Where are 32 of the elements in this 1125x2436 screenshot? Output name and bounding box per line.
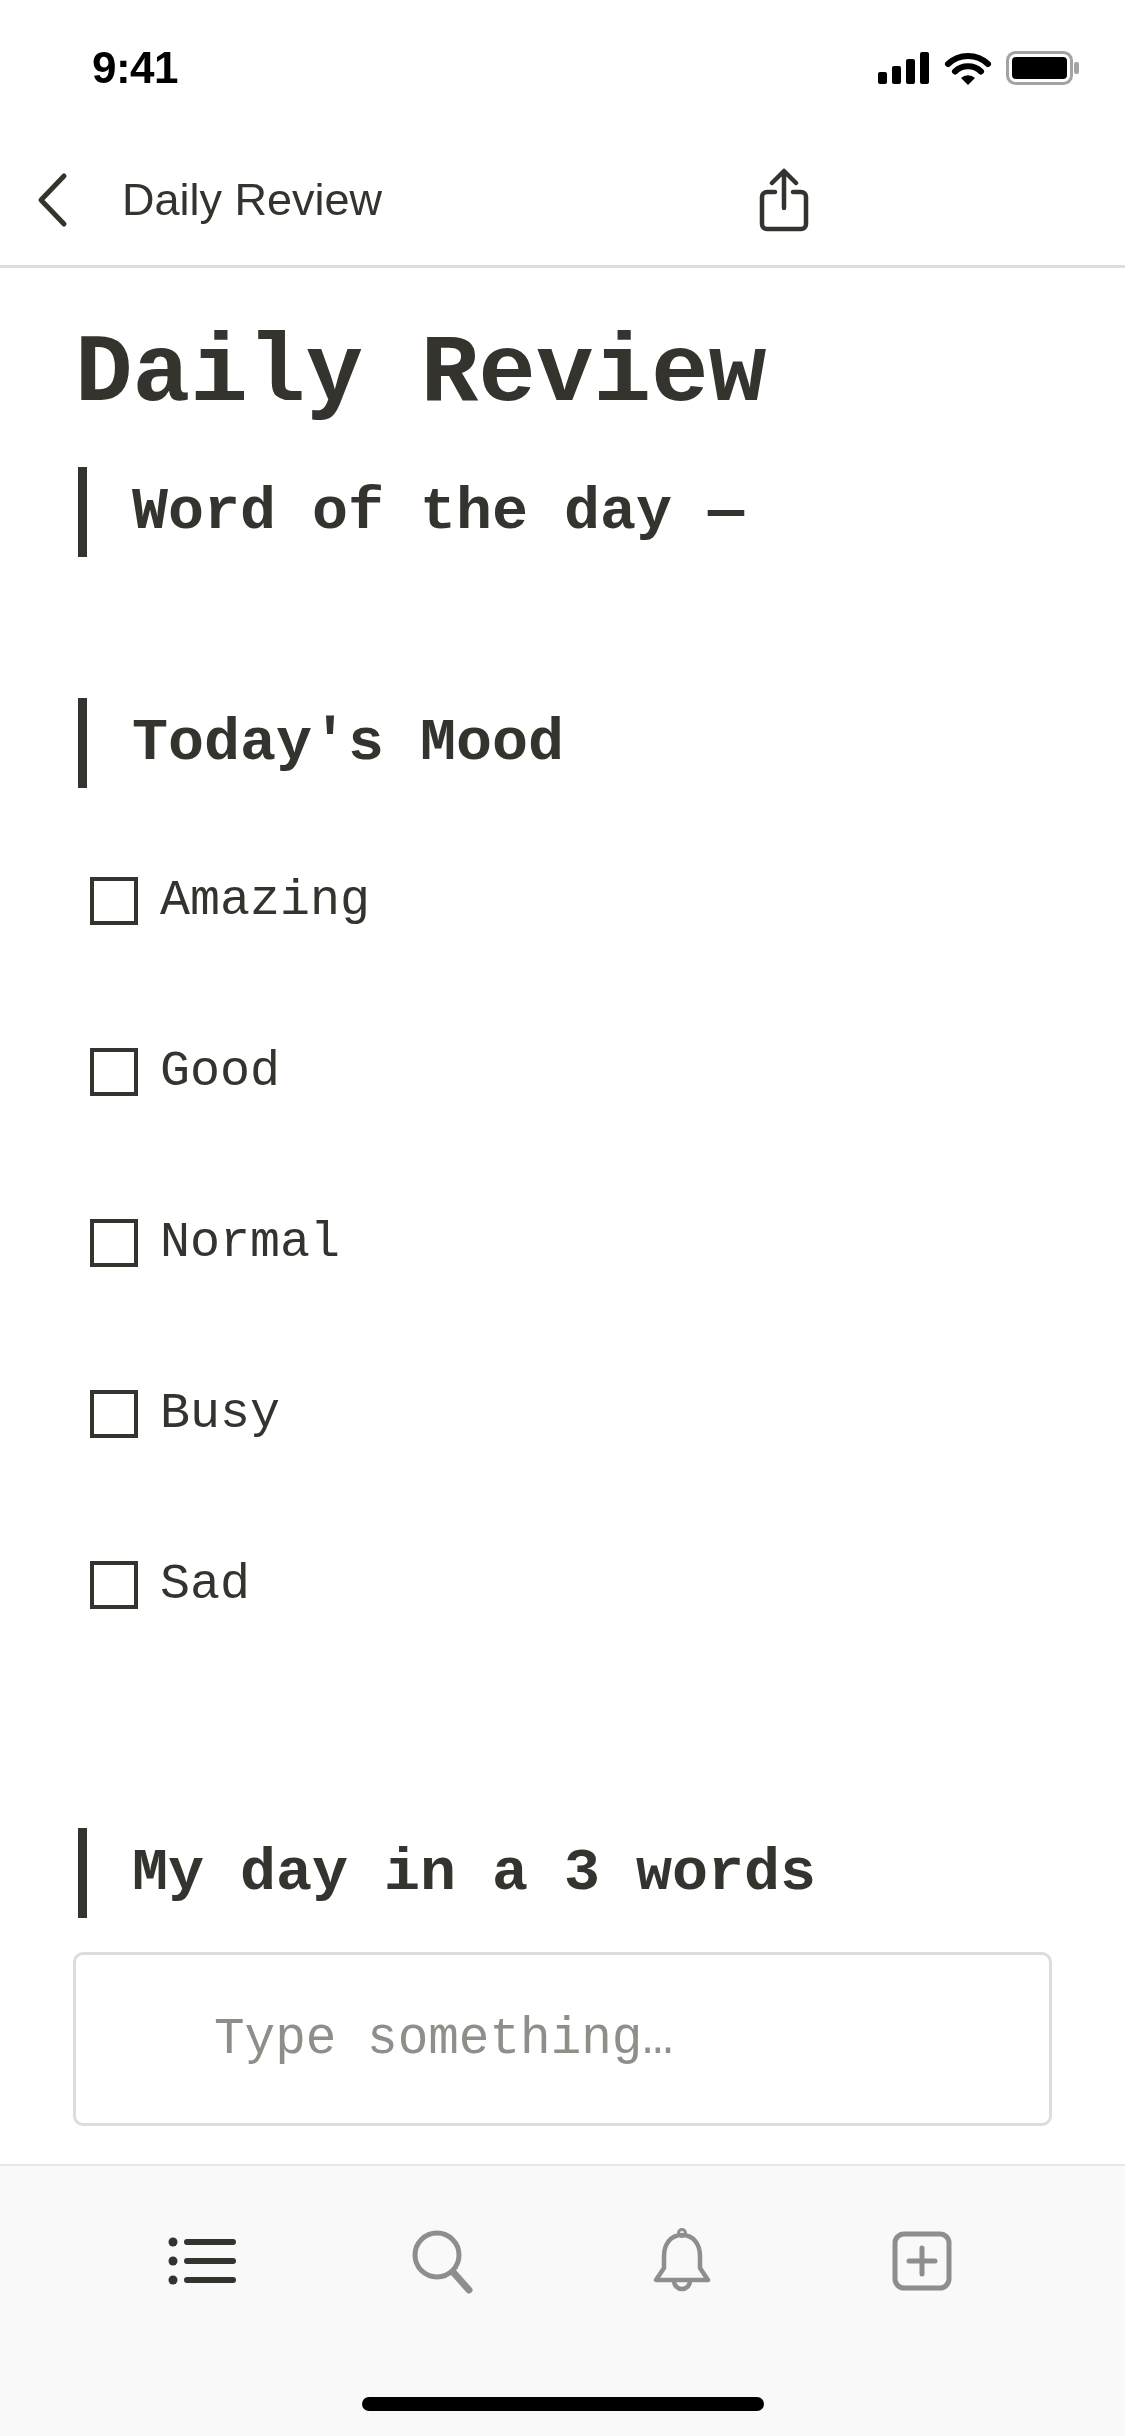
search-icon	[410, 2228, 474, 2294]
list-tab[interactable]	[168, 2237, 236, 2285]
search-tab[interactable]	[410, 2228, 474, 2294]
plus-square-icon	[892, 2231, 952, 2291]
checkbox-label: Sad	[160, 1554, 250, 1615]
bell-icon	[651, 2228, 713, 2294]
checkbox[interactable]	[90, 1047, 138, 1096]
checkbox[interactable]	[90, 1560, 138, 1609]
list-icon	[168, 2237, 236, 2285]
add-tab[interactable]	[892, 2231, 952, 2291]
page-title: Daily Review	[75, 319, 767, 431]
checkbox-label: Normal	[160, 1212, 341, 1273]
status-time: 9:41	[92, 45, 179, 90]
checkbox-label: Amazing	[160, 870, 371, 931]
signal-icon	[878, 51, 930, 84]
section-heading: Word of the day —	[78, 467, 745, 557]
share-icon	[758, 168, 811, 232]
text-input-field[interactable]: Type something…	[73, 1952, 1052, 2126]
checkbox-label: Busy	[160, 1383, 281, 1444]
wifi-icon	[944, 50, 992, 85]
section-heading: Today's Mood	[78, 698, 565, 788]
share-button[interactable]	[758, 168, 811, 232]
checkbox[interactable]	[90, 1218, 138, 1267]
checkbox-label: Good	[160, 1041, 281, 1102]
back-button[interactable]	[36, 172, 68, 228]
bell-tab[interactable]	[651, 2228, 713, 2294]
checkbox[interactable]	[90, 876, 138, 925]
battery-icon	[1006, 50, 1080, 85]
checkbox[interactable]	[90, 1389, 138, 1438]
nav-title: Daily Review	[122, 173, 383, 227]
section-heading: My day in a 3 words	[78, 1828, 817, 1918]
back-icon	[36, 172, 68, 228]
